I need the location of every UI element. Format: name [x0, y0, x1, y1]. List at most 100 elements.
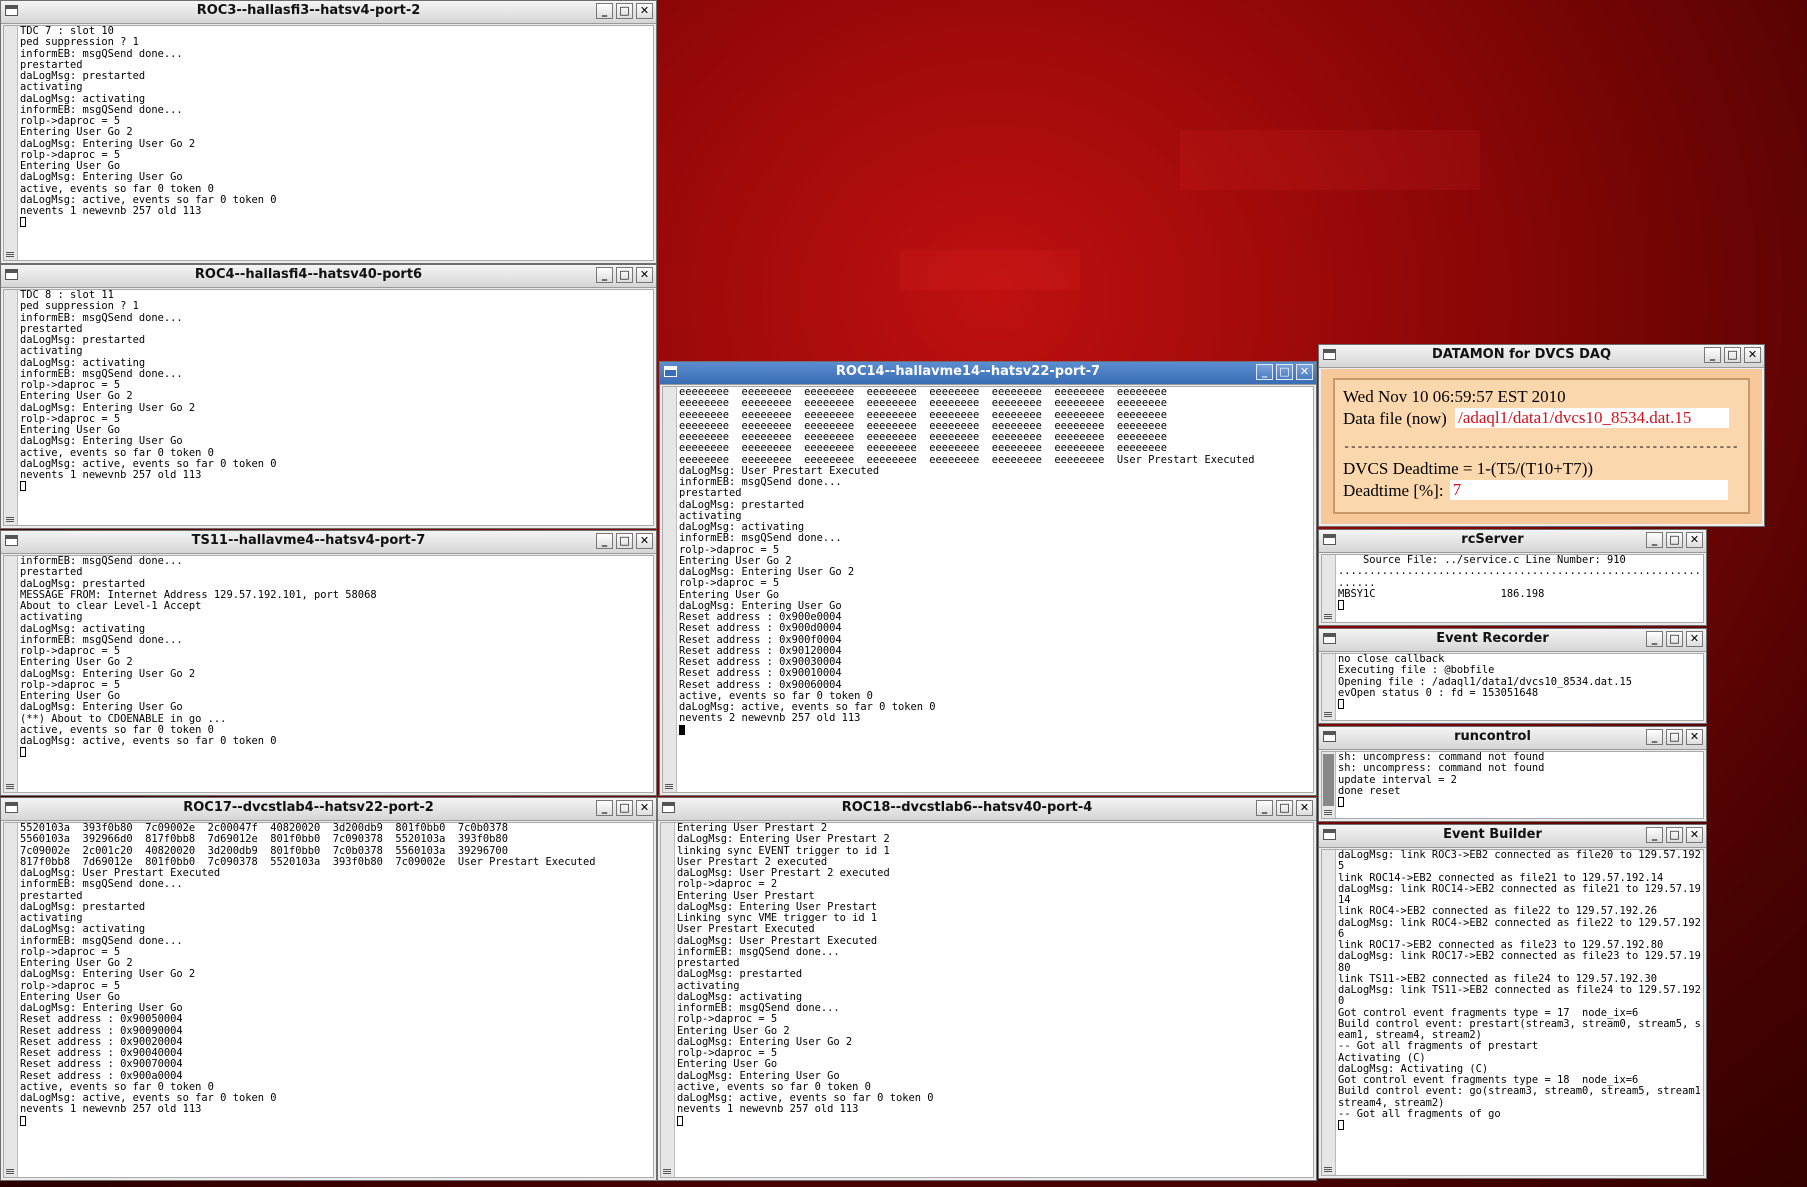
maximize-button[interactable]: □ — [1666, 532, 1683, 548]
window-menu-icon[interactable] — [5, 802, 18, 813]
title-bar[interactable]: ROC3--hallasfi3--hatsv4-port-2 _ □ ✕ — [1, 1, 656, 24]
terminal-output[interactable]: TDC 8 : slot 11 ped suppression ? 1 inform… — [3, 289, 654, 526]
scrollbar-grip[interactable] — [1324, 712, 1332, 718]
terminal-output[interactable]: 5520103a 393f0b80 7c09002e 2c00047f 4082… — [3, 822, 654, 1178]
title-bar[interactable]: DATAMON for DVCS DAQ _ □ ✕ — [1319, 345, 1764, 368]
maximize-button[interactable]: □ — [616, 533, 633, 549]
terminal-window-roc3[interactable]: ROC3--hallasfi3--hatsv4-port-2 _ □ ✕ TDC 7 :… — [0, 0, 657, 264]
title-bar[interactable]: Event Builder _ □ ✕ — [1319, 825, 1706, 848]
minimize-button[interactable]: _ — [596, 267, 613, 283]
window-menu-icon[interactable] — [1323, 731, 1336, 742]
window-menu-icon[interactable] — [664, 366, 677, 377]
minimize-button[interactable]: _ — [1646, 729, 1663, 745]
terminal-window-roc18[interactable]: ROC18--dvcstlab6--hatsv40-port-4 _ □ ✕ Enter… — [657, 797, 1317, 1181]
scrollbar-grip[interactable] — [6, 252, 14, 258]
title-bar[interactable]: Event Recorder _ □ ✕ — [1319, 629, 1706, 652]
close-button[interactable]: ✕ — [636, 3, 653, 19]
window-menu-icon[interactable] — [1323, 534, 1336, 545]
terminal-line: nevents 1 newevnb 257 old 113 — [20, 469, 202, 481]
terminal-window-roc4[interactable]: ROC4--hallasfi4--hatsv40-port6 _ □ ✕ TDC 8 :… — [0, 264, 657, 529]
close-button[interactable]: ✕ — [1686, 729, 1703, 745]
minimize-button[interactable]: _ — [1704, 347, 1721, 363]
close-button[interactable]: ✕ — [1296, 800, 1313, 816]
window-menu-icon[interactable] — [662, 802, 675, 813]
title-bar[interactable]: ROC4--hallasfi4--hatsv40-port6 _ □ ✕ — [1, 265, 656, 288]
maximize-button[interactable]: □ — [616, 3, 633, 19]
terminal-output[interactable]: no close callback Executing file : @bobfi… — [1321, 653, 1704, 721]
terminal-output[interactable]: Entering User Prestart 2 daLogMsg: Enteri… — [660, 822, 1314, 1178]
minimize-button[interactable]: _ — [596, 3, 613, 19]
scrollbar-grip[interactable] — [1324, 810, 1332, 816]
close-button[interactable]: ✕ — [1686, 827, 1703, 843]
minimize-button[interactable]: _ — [1646, 827, 1663, 843]
minimize-button[interactable]: _ — [596, 533, 613, 549]
scrollbar[interactable] — [1322, 752, 1336, 818]
minimize-button[interactable]: _ — [1256, 800, 1273, 816]
scrollbar-grip[interactable] — [663, 1169, 671, 1175]
terminal-output[interactable]: informEB: msgQSend done... prestarted daLo… — [3, 555, 654, 793]
scrollbar-grip[interactable] — [1324, 1167, 1332, 1173]
close-button[interactable]: ✕ — [1686, 631, 1703, 647]
terminal-output[interactable]: TDC 7 : slot 10 ped suppression ? 1 inform… — [3, 25, 654, 261]
minimize-button[interactable]: _ — [1646, 532, 1663, 548]
title-bar[interactable]: TS11--hallavme4--hatsv4-port-7 _ □ ✕ — [1, 531, 656, 554]
scrollbar-grip[interactable] — [665, 784, 673, 790]
minimize-button[interactable]: _ — [1646, 631, 1663, 647]
terminal-output[interactable]: sh: uncompress: command not found sh: unc… — [1321, 751, 1704, 819]
window-title: ROC3--hallasfi3--hatsv4-port-2 — [196, 3, 421, 18]
maximize-button[interactable]: □ — [616, 800, 633, 816]
scrollbar-grip[interactable] — [6, 517, 14, 523]
window-menu-icon[interactable] — [1323, 829, 1336, 840]
window-menu-icon[interactable] — [5, 5, 18, 16]
rcserver-window[interactable]: rcServer _ □ ✕ Source File: ../service.c Li… — [1318, 529, 1707, 626]
title-bar[interactable]: ROC18--dvcstlab6--hatsv40-port-4 _ □ ✕ — [658, 798, 1316, 821]
terminal-output[interactable]: daLogMsg: link ROC3->EB2 connected as fi… — [1321, 849, 1704, 1176]
scrollbar-grip[interactable] — [6, 1169, 14, 1175]
scrollbar[interactable] — [4, 823, 18, 1177]
title-bar[interactable]: ROC14--hallavme14--hatsv22-port-7 _ □ ✕ — [660, 362, 1316, 385]
scrollbar[interactable] — [4, 26, 18, 260]
maximize-button[interactable]: □ — [1276, 800, 1293, 816]
close-button[interactable]: ✕ — [1744, 347, 1761, 363]
terminal-window-ts11[interactable]: TS11--hallavme4--hatsv4-port-7 _ □ ✕ informE… — [0, 530, 657, 796]
scrollbar[interactable] — [1322, 850, 1336, 1175]
scrollbar[interactable] — [1322, 555, 1336, 622]
scrollbar[interactable] — [1322, 654, 1336, 720]
window-menu-icon[interactable] — [1323, 633, 1336, 644]
window-menu-icon[interactable] — [5, 535, 18, 546]
runcontrol-window[interactable]: runcontrol _ □ ✕ sh: uncompress: command not… — [1318, 726, 1707, 822]
window-menu-icon[interactable] — [1323, 349, 1336, 360]
terminal-output[interactable]: Source File: ../service.c Line Number: 9… — [1321, 554, 1704, 623]
scrollbar[interactable] — [4, 290, 18, 525]
scrollbar[interactable] — [4, 556, 18, 792]
maximize-button[interactable]: □ — [1666, 631, 1683, 647]
maximize-button[interactable]: □ — [616, 267, 633, 283]
maximize-button[interactable]: □ — [1666, 827, 1683, 843]
event-builder-window[interactable]: Event Builder _ □ ✕ daLogMsg: link ROC3->EB2… — [1318, 824, 1707, 1179]
terminal-line: Executing file : @bobfile — [1338, 664, 1495, 677]
close-button[interactable]: ✕ — [636, 533, 653, 549]
title-bar[interactable]: runcontrol _ □ ✕ — [1319, 727, 1706, 750]
maximize-button[interactable]: □ — [1724, 347, 1741, 363]
minimize-button[interactable]: _ — [1256, 364, 1273, 380]
scrollbar[interactable] — [661, 823, 675, 1177]
window-title: Event Recorder — [1436, 631, 1549, 646]
scrollbar-grip[interactable] — [6, 784, 14, 790]
close-button[interactable]: ✕ — [636, 267, 653, 283]
minimize-button[interactable]: _ — [596, 800, 613, 816]
close-button[interactable]: ✕ — [1686, 532, 1703, 548]
title-bar[interactable]: ROC17--dvcstlab4--hatsv22-port-2 _ □ ✕ — [1, 798, 656, 821]
terminal-output[interactable]: eeeeeeee eeeeeeee eeeeeeee eeeeeeee eeee… — [662, 386, 1314, 793]
title-bar[interactable]: rcServer _ □ ✕ — [1319, 530, 1706, 553]
scrollbar-grip[interactable] — [1324, 614, 1332, 620]
event-recorder-window[interactable]: Event Recorder _ □ ✕ no close callback Execut… — [1318, 628, 1707, 724]
maximize-button[interactable]: □ — [1666, 729, 1683, 745]
terminal-window-roc17[interactable]: ROC17--dvcstlab4--hatsv22-port-2 _ □ ✕ 55201… — [0, 797, 657, 1181]
datamon-window[interactable]: DATAMON for DVCS DAQ _ □ ✕ Wed Nov 10 06… — [1318, 344, 1765, 527]
close-button[interactable]: ✕ — [636, 800, 653, 816]
terminal-window-roc14[interactable]: ROC14--hallavme14--hatsv22-port-7 _ □ ✕ eeee… — [659, 361, 1317, 796]
maximize-button[interactable]: □ — [1276, 364, 1293, 380]
close-button[interactable]: ✕ — [1296, 364, 1313, 380]
window-menu-icon[interactable] — [5, 269, 18, 280]
scrollbar[interactable] — [663, 387, 677, 792]
